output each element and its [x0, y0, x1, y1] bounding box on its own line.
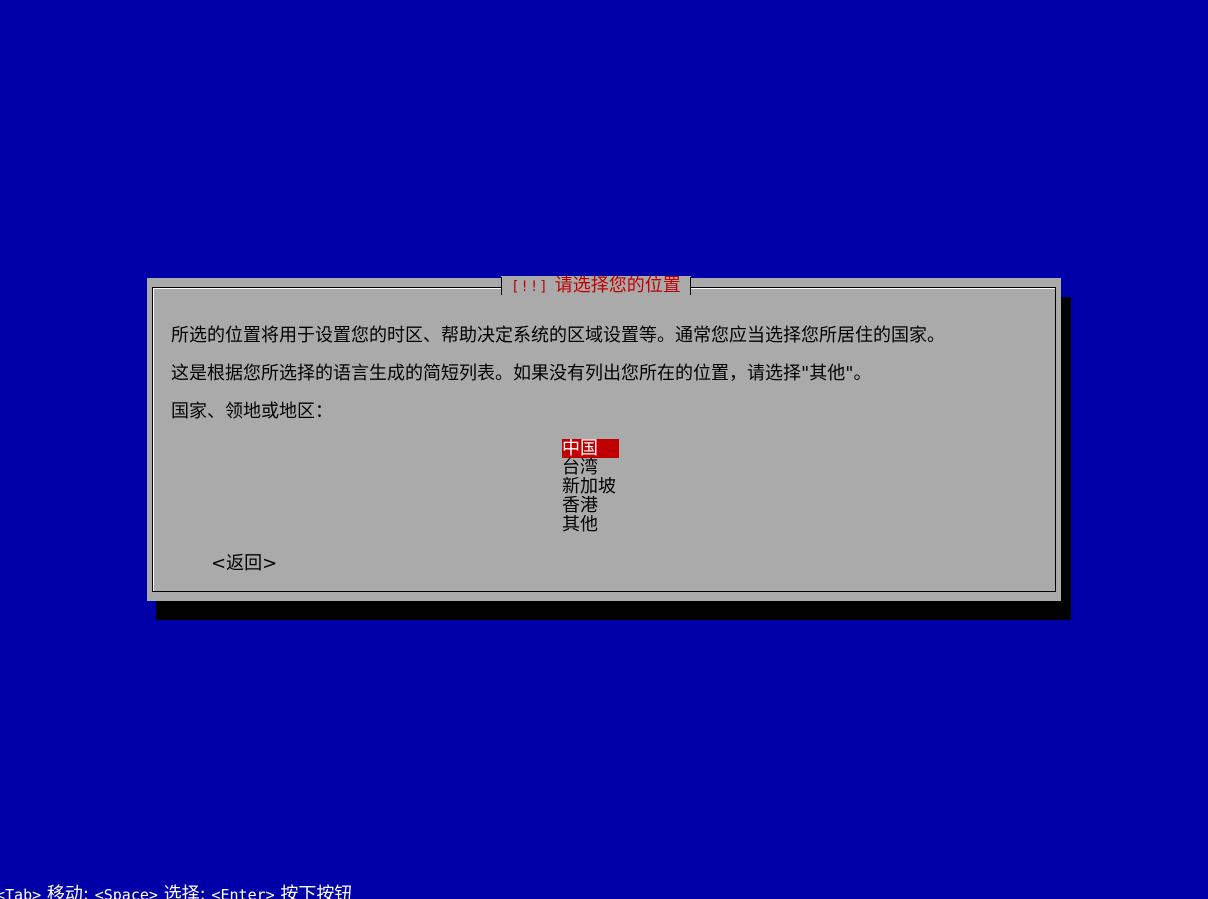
help-bar: <Tab> 移动; <Space> 选择; <Enter> 按下按钮 — [0, 884, 352, 899]
description-line-1: 所选的位置将用于设置您的时区、帮助决定系统的区域设置等。通常您应当选择您所居住的… — [171, 325, 945, 346]
location-dialog: [!!] 请选择您的位置 所选的位置将用于设置您的时区、帮助决定系统的区域设置等。… — [147, 276, 1061, 601]
list-item-hongkong[interactable]: 香港 — [562, 496, 619, 515]
title-text: 请选择您的位置 — [554, 275, 681, 296]
list-item-other[interactable]: 其他 — [562, 515, 619, 534]
list-item-taiwan[interactable]: 台湾 — [562, 458, 619, 477]
title-prefix: [!!] — [511, 279, 549, 295]
enter-action: 按下按钮 — [280, 884, 353, 899]
list-item-singapore[interactable]: 新加坡 — [562, 477, 619, 496]
tab-action: 移动; — [46, 884, 89, 899]
space-key-hint: <Space> — [94, 886, 158, 899]
dialog-title: [!!] 请选择您的位置 — [501, 276, 691, 298]
installer-screen: [!!] 请选择您的位置 所选的位置将用于设置您的时区、帮助决定系统的区域设置等。… — [0, 0, 1208, 899]
back-button[interactable]: <返回> — [211, 553, 277, 575]
description-line-2: 这是根据您所选择的语言生成的简短列表。如果没有列出您所在的位置，请选择"其他"。 — [171, 363, 872, 384]
dialog-frame: [!!] 请选择您的位置 所选的位置将用于设置您的时区、帮助决定系统的区域设置等。… — [152, 276, 1056, 592]
country-list[interactable]: 中国 台湾 新加坡 香港 其他 — [562, 439, 682, 534]
enter-key-hint: <Enter> — [211, 886, 275, 899]
space-action: 选择; — [163, 884, 206, 899]
list-item-china[interactable]: 中国 — [562, 439, 619, 458]
country-prompt: 国家、领地或地区： — [171, 401, 333, 422]
tab-key-hint: <Tab> — [0, 886, 42, 899]
